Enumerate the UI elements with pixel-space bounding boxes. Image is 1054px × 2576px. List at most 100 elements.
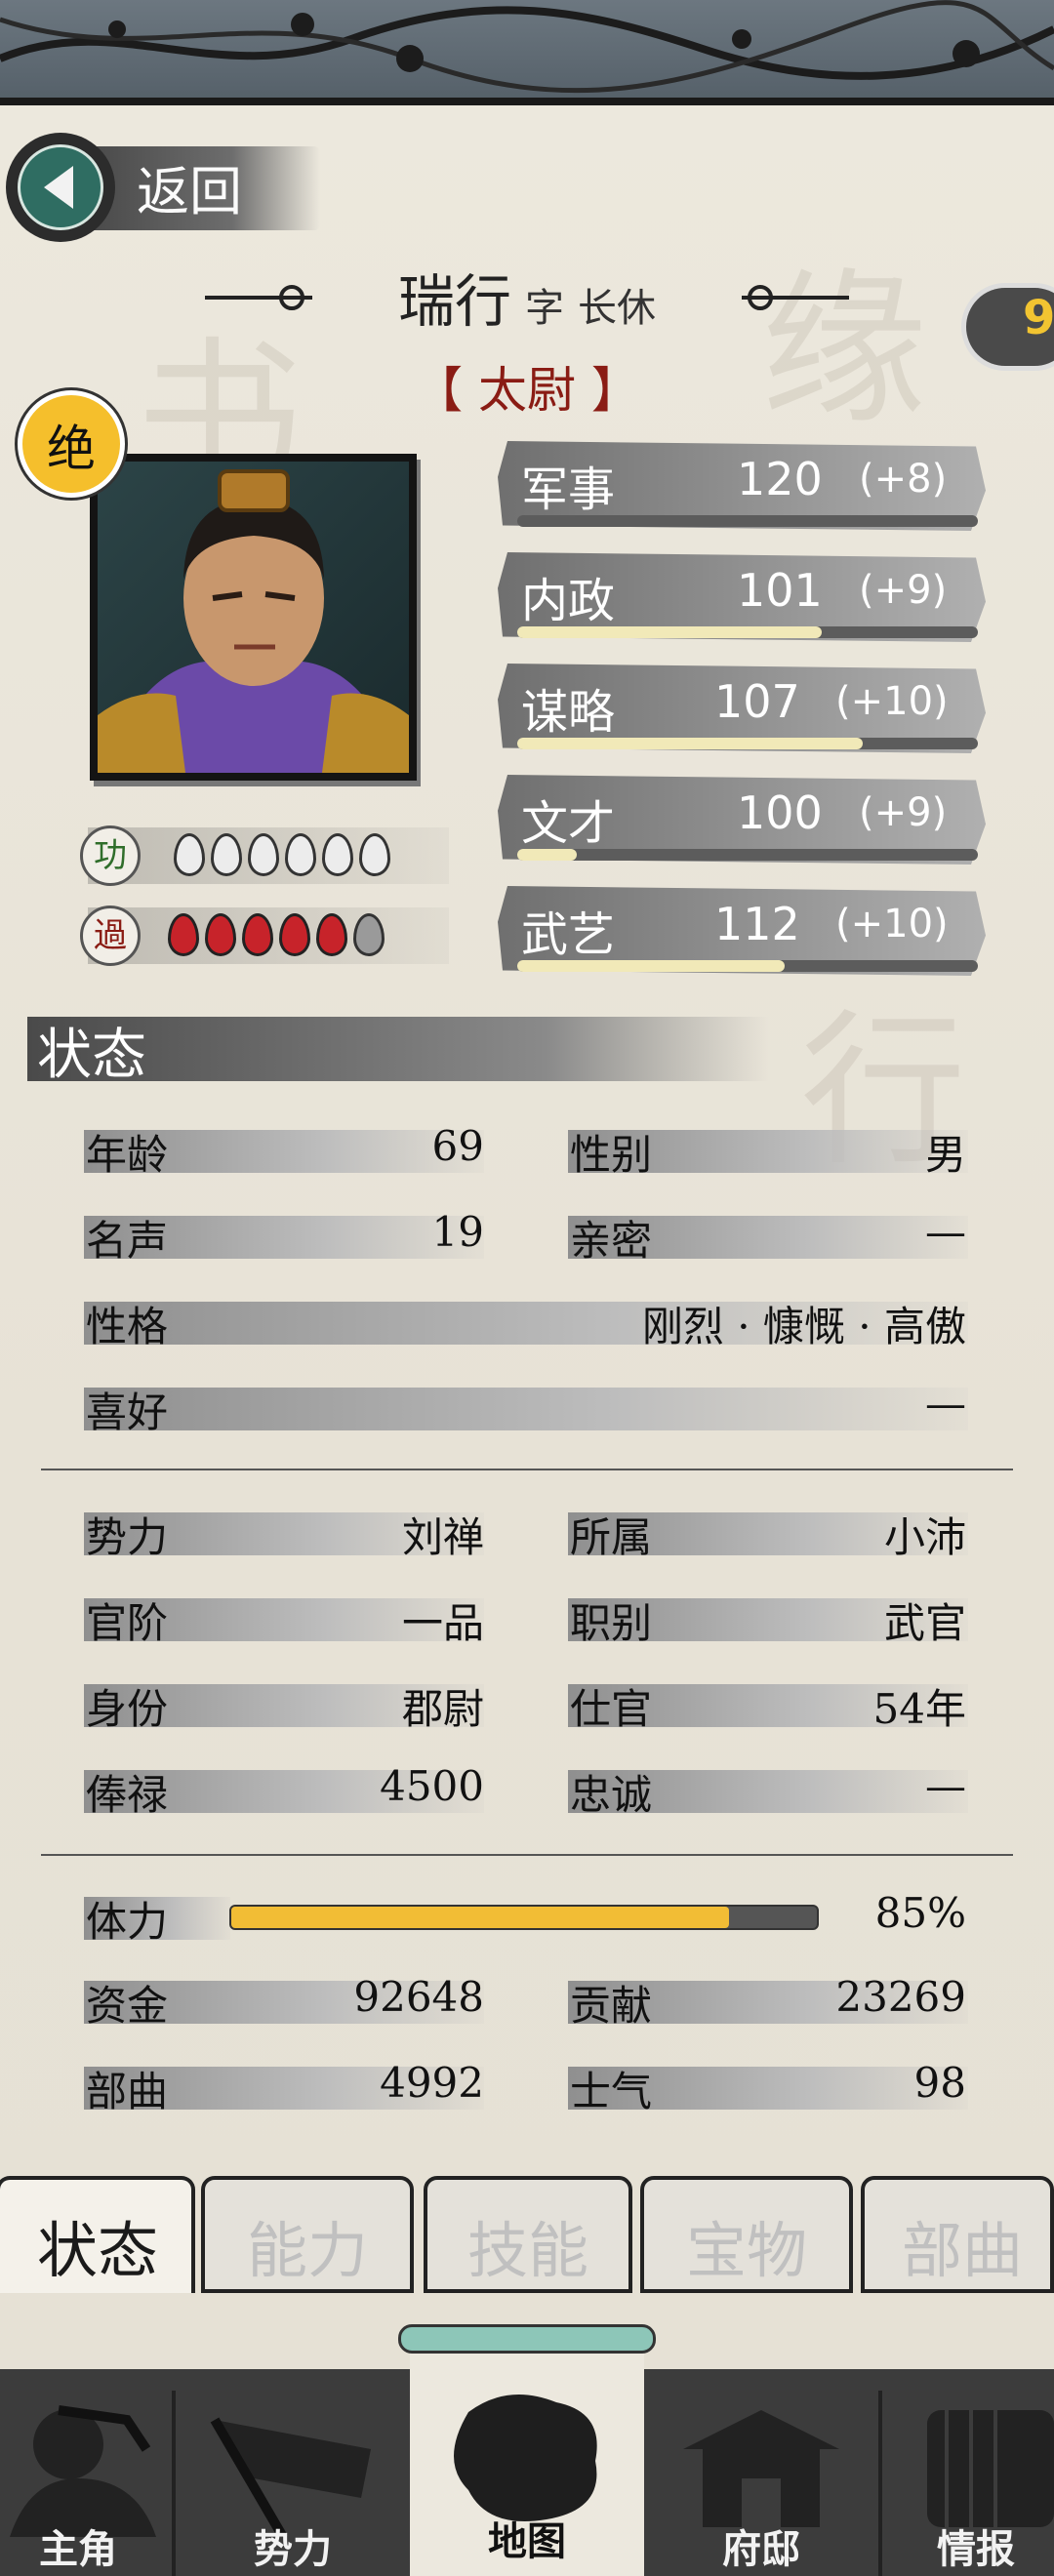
character-name-line: 瑞行字长休 — [0, 256, 1054, 338]
merit-icon: 功 — [80, 825, 141, 886]
stat-literary-bar — [517, 849, 978, 861]
portrait-image[interactable] — [98, 462, 409, 773]
troops-value: 4992 — [380, 2059, 484, 2107]
character-name: 瑞行 — [397, 268, 511, 335]
tab-ability[interactable]: 能力 — [201, 2176, 414, 2293]
scroll-icon — [927, 2410, 1054, 2527]
belong-label: 所属 — [570, 1513, 653, 1561]
tab-skills[interactable]: 技能 — [424, 2176, 632, 2293]
personality-value[interactable]: 刚烈 · 慷慨 · 高傲 — [488, 1294, 966, 1353]
funds-value: 92648 — [353, 1973, 484, 2021]
stat-politics-bar — [517, 626, 978, 638]
nav-map-label: 地图 — [488, 2518, 566, 2564]
contribution-value: 23269 — [835, 1973, 966, 2021]
tab-ability-label: 能力 — [246, 2215, 368, 2286]
courtesy-name: 长休 — [578, 286, 656, 331]
service-label: 仕官 — [570, 1685, 653, 1733]
nav-protagonist-label: 主角 — [39, 2526, 117, 2572]
identity-label: 身份 — [86, 1685, 169, 1733]
nav-map[interactable]: 地图 — [410, 2354, 644, 2576]
nav-faction[interactable]: 势力 — [195, 2381, 390, 2576]
stamina-label: 体力 — [86, 1898, 169, 1946]
gender-label: 性别 — [570, 1131, 653, 1179]
stat-strategy-bonus: (+10) — [835, 679, 949, 724]
stat-literary-bonus: (+9) — [859, 790, 948, 835]
rank-badge-label: 绝 — [47, 421, 96, 477]
hobby-label: 喜好 — [86, 1389, 169, 1436]
service-value: 54年 — [872, 1685, 966, 1733]
stat-strategy-value: 107 — [714, 675, 800, 728]
tab-treasure-label: 宝物 — [685, 2215, 807, 2286]
stat-martial-bar — [517, 960, 978, 972]
stat-martial-label: 武艺 — [521, 907, 616, 962]
stat-politics-value: 101 — [737, 564, 823, 617]
warrior-icon — [10, 2405, 156, 2537]
fault-magatama-icon — [316, 913, 347, 956]
nav-faction-label: 势力 — [254, 2526, 332, 2572]
stat-literary-label: 文才 — [521, 796, 616, 851]
fault-magatama-icon — [279, 913, 310, 956]
scroll-ornament-icon — [398, 2324, 656, 2354]
stat-strategy-label: 谋略 — [521, 685, 616, 740]
faction-value[interactable]: 刘禅 — [293, 1505, 484, 1564]
troops-label: 部曲 — [86, 2068, 169, 2115]
nav-mansion[interactable]: 府邸 — [664, 2381, 859, 2576]
fame-value: 19 — [431, 1208, 484, 1256]
flag-icon — [210, 2417, 371, 2537]
fault-magatama-icon — [205, 913, 236, 956]
morale-value: 98 — [913, 2059, 966, 2107]
fault-magatama-icon — [353, 913, 385, 956]
tab-status[interactable]: 状态 — [0, 2176, 195, 2293]
salary-label: 俸禄 — [86, 1771, 169, 1819]
loyalty-value: — — [925, 1762, 966, 1810]
tab-troops-label: 部曲 — [901, 2215, 1023, 2286]
nav-mansion-label: 府邸 — [722, 2526, 800, 2572]
stamina-fill — [231, 1907, 729, 1928]
age-value: 69 — [431, 1122, 484, 1170]
map-icon — [454, 2395, 597, 2521]
top-decor-banner — [0, 0, 1054, 105]
nav-divider — [172, 2391, 176, 2576]
belong-value[interactable]: 小沛 — [771, 1505, 966, 1564]
merit-magatama-icon — [174, 833, 205, 876]
nav-protagonist[interactable]: 主角 — [0, 2381, 195, 2576]
back-label[interactable]: 返回 — [137, 148, 242, 225]
general-portrait-icon — [98, 469, 409, 773]
rank-label: 官阶 — [86, 1599, 169, 1647]
stat-military-label: 军事 — [521, 463, 616, 517]
fault-magatama-icon — [242, 913, 273, 956]
fame-label: 名声 — [86, 1217, 169, 1265]
identity-value: 郡尉 — [401, 1685, 484, 1733]
tab-skills-label: 技能 — [466, 2215, 588, 2286]
tab-troops[interactable]: 部曲 — [861, 2176, 1054, 2293]
merit-magatama-icon — [211, 833, 242, 876]
stat-military-value: 120 — [737, 453, 823, 505]
stat-literary-value: 100 — [737, 786, 823, 839]
status-section-title: 状态 — [37, 1024, 146, 1087]
nav-intel-label: 情报 — [937, 2526, 1015, 2572]
back-arrow-icon — [44, 166, 73, 209]
merit-magatama-icon — [359, 833, 390, 876]
contribution-label: 贡献 — [570, 1982, 653, 2030]
divider — [41, 1854, 1013, 1856]
merit-magatama-icon — [248, 833, 279, 876]
merit-magatama-icon — [285, 833, 316, 876]
morale-label: 士气 — [570, 2068, 653, 2115]
stat-literary-fill — [517, 849, 578, 861]
rank-value: 一品 — [401, 1599, 484, 1647]
stamina-bar — [229, 1905, 819, 1930]
tab-status-label: 状态 — [36, 2215, 158, 2286]
hobby-value: — — [925, 1380, 966, 1428]
divider — [41, 1469, 1013, 1470]
merit-magatama-icon — [322, 833, 353, 876]
faction-label: 势力 — [86, 1513, 169, 1561]
stat-strategy-bar — [517, 738, 978, 749]
gender-value: 男 — [924, 1131, 966, 1179]
stat-politics-fill — [517, 626, 822, 638]
stamina-value: 85% — [874, 1889, 966, 1937]
tab-treasure[interactable]: 宝物 — [640, 2176, 853, 2293]
nav-intel[interactable]: 情报 — [878, 2381, 1054, 2576]
stat-military-bar — [517, 515, 978, 527]
intimacy-value: — — [925, 1208, 966, 1256]
stat-martial-bonus: (+10) — [835, 902, 949, 946]
